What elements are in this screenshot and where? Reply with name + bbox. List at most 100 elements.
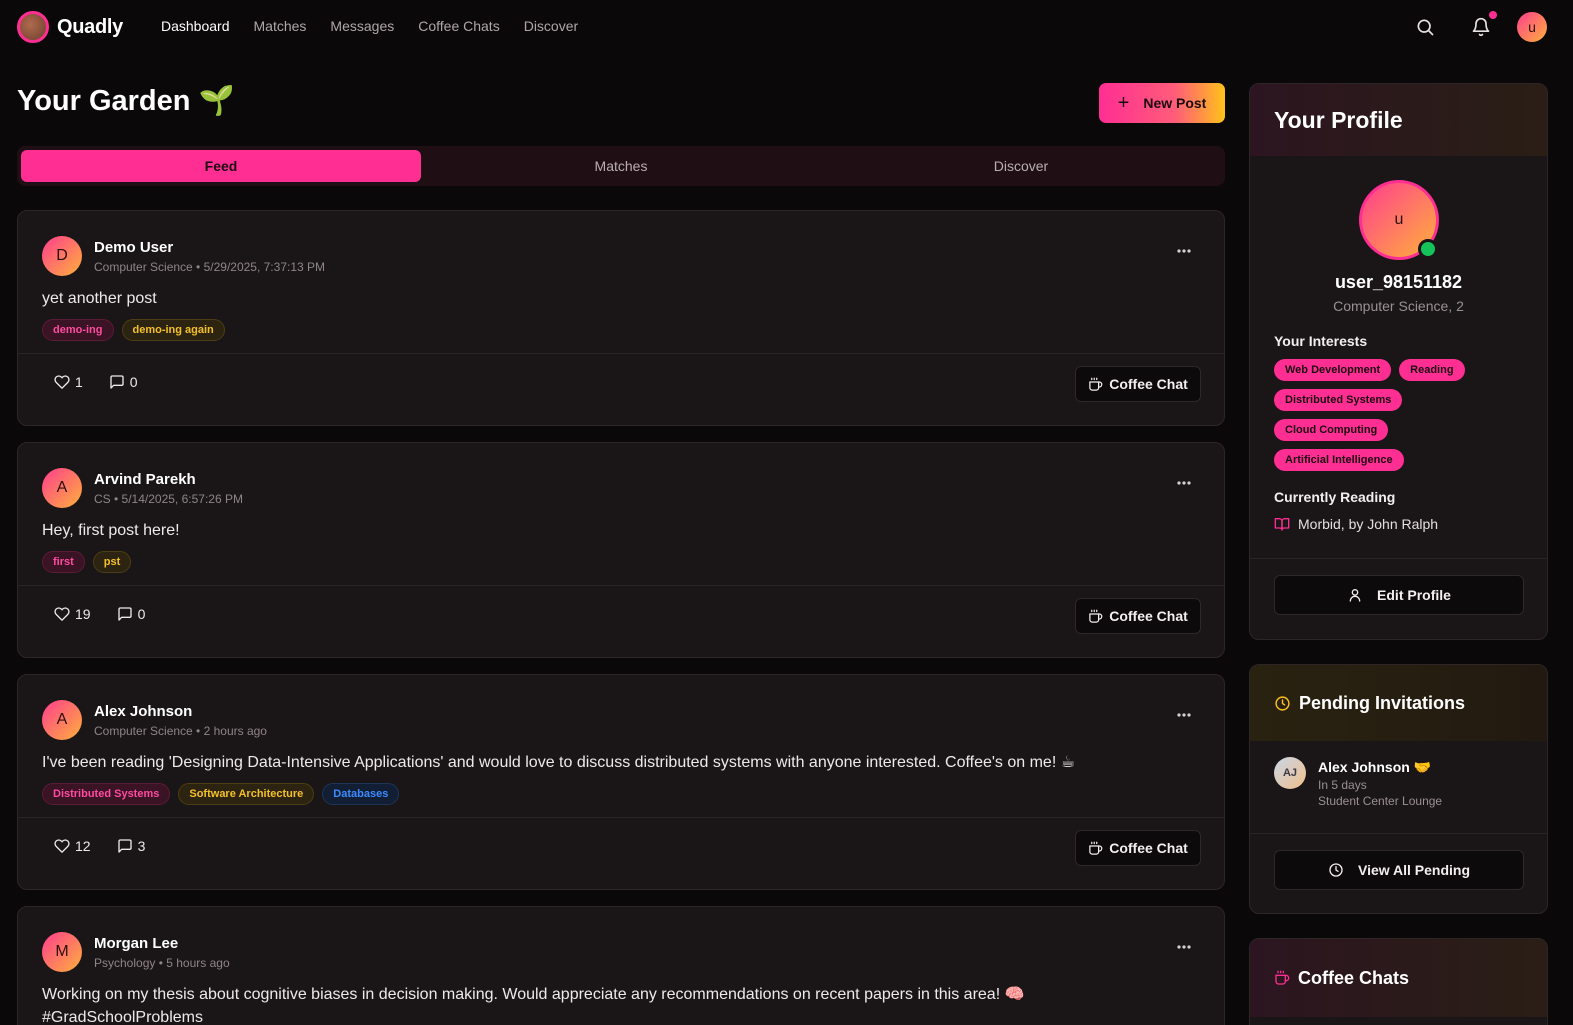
post-content: yet another post xyxy=(42,290,157,307)
nav-link-matches[interactable]: Matches xyxy=(254,18,307,34)
post-content: Hey, first post here! xyxy=(42,522,180,539)
post-tag[interactable]: first xyxy=(42,551,85,573)
coffee-chat-button[interactable]: Coffee Chat xyxy=(1075,366,1201,402)
comment-button[interactable]: 3 xyxy=(117,838,146,854)
clock-icon xyxy=(1329,863,1343,877)
coffee-chat-label: Coffee Chat xyxy=(1109,608,1188,624)
post-content: Working on my thesis about cognitive bia… xyxy=(42,986,1025,1025)
coffee-chat-button[interactable]: Coffee Chat xyxy=(1075,830,1201,866)
more-options-icon[interactable] xyxy=(1174,243,1194,259)
author-avatar[interactable]: A xyxy=(42,468,82,508)
currently-reading-label: Currently Reading xyxy=(1274,489,1396,505)
search-icon[interactable] xyxy=(1415,17,1435,37)
author-avatar[interactable]: D xyxy=(42,236,82,276)
feed-tabs: Feed Matches Discover xyxy=(17,146,1225,186)
author-name[interactable]: Alex Johnson xyxy=(94,703,192,720)
comment-button[interactable]: 0 xyxy=(117,606,146,622)
pending-card-title: Pending Invitations xyxy=(1299,692,1466,713)
like-count: 19 xyxy=(75,606,91,622)
interest-chip[interactable]: Web Development xyxy=(1274,359,1392,381)
invite-name[interactable]: Alex Johnson 🤝 xyxy=(1318,759,1431,776)
pending-card-header: Pending Invitations xyxy=(1250,665,1547,741)
post-card: D Demo User Computer Science • 5/29/2025… xyxy=(17,210,1225,426)
post-tag[interactable]: Databases xyxy=(322,783,400,805)
interest-chip[interactable]: Cloud Computing xyxy=(1274,419,1389,441)
post-divider xyxy=(18,353,1224,354)
comment-icon xyxy=(117,607,132,621)
tab-matches[interactable]: Matches xyxy=(421,150,821,182)
like-button[interactable]: 1 xyxy=(54,374,83,390)
profile-subtitle: Computer Science, 2 xyxy=(1333,298,1464,314)
post-tags: Distributed Systems Software Architectur… xyxy=(42,783,400,805)
nav-links: Dashboard Matches Messages Coffee Chats … xyxy=(161,18,578,34)
post-meta: Computer Science • 2 hours ago xyxy=(94,724,267,738)
seedling-icon: 🌱 xyxy=(198,85,235,117)
comment-button[interactable]: 0 xyxy=(109,374,138,390)
author-name[interactable]: Arvind Parekh xyxy=(94,471,196,488)
nav-link-discover[interactable]: Discover xyxy=(524,18,578,34)
book-title: Morbid, by John Ralph xyxy=(1298,516,1439,532)
invite-avatar[interactable]: AJ xyxy=(1274,757,1306,789)
page-title-text: Your Garden xyxy=(17,84,191,117)
coffee-chat-button[interactable]: Coffee Chat xyxy=(1075,598,1201,634)
profile-divider xyxy=(1250,558,1547,559)
tab-feed[interactable]: Feed xyxy=(21,150,421,182)
interests-label: Your Interests xyxy=(1274,333,1368,349)
comment-count: 3 xyxy=(137,838,146,854)
comment-count: 0 xyxy=(137,606,146,622)
tab-discover[interactable]: Discover xyxy=(821,150,1221,182)
post-tag[interactable]: Software Architecture xyxy=(178,783,315,805)
post-actions: 19 0 xyxy=(54,606,145,622)
interest-chip[interactable]: Artificial Intelligence xyxy=(1274,449,1404,471)
post-card: A Arvind Parekh CS • 5/14/2025, 6:57:26 … xyxy=(17,442,1225,658)
like-button[interactable]: 19 xyxy=(54,606,91,622)
interest-chip[interactable]: Reading xyxy=(1399,359,1465,381)
clock-icon xyxy=(1275,695,1290,711)
view-all-pending-label: View All Pending xyxy=(1357,862,1471,878)
profile-username: user_98151182 xyxy=(1334,272,1463,292)
brand-logo[interactable]: Quadly xyxy=(17,11,123,43)
nav-link-coffee-chats[interactable]: Coffee Chats xyxy=(418,18,499,34)
pending-invitations-card: Pending Invitations AJ Alex Johnson 🤝 In… xyxy=(1249,664,1548,914)
author-name[interactable]: Morgan Lee xyxy=(94,935,178,952)
post-tag[interactable]: pst xyxy=(92,551,132,573)
more-options-icon[interactable] xyxy=(1174,939,1194,955)
comment-icon xyxy=(117,839,132,853)
coffee-icon xyxy=(1275,970,1290,985)
post-divider xyxy=(18,817,1224,818)
post-tag[interactable]: demo-ing again xyxy=(121,319,225,341)
post-meta: Psychology • 5 hours ago xyxy=(94,956,230,970)
online-status-icon xyxy=(1418,239,1438,259)
post-meta: Computer Science • 5/29/2025, 7:37:13 PM xyxy=(94,260,326,274)
post-tags: first pst xyxy=(42,551,132,573)
new-post-button[interactable]: + New Post xyxy=(1099,83,1225,123)
nav-link-dashboard[interactable]: Dashboard xyxy=(161,18,230,34)
more-options-icon[interactable] xyxy=(1174,475,1194,491)
post-card: M Morgan Lee Psychology • 5 hours ago Wo… xyxy=(17,906,1225,1025)
like-button[interactable]: 12 xyxy=(54,838,91,854)
author-name[interactable]: Demo User xyxy=(94,239,173,256)
top-nav: Quadly Dashboard Matches Messages Coffee… xyxy=(0,0,1573,55)
coffee-chat-label: Coffee Chat xyxy=(1109,840,1188,856)
invite-time: In 5 days xyxy=(1318,778,1367,792)
nav-link-messages[interactable]: Messages xyxy=(330,18,394,34)
user-icon xyxy=(1349,589,1361,602)
coffee-chats-card: Coffee Chats xyxy=(1249,938,1548,1025)
interest-chip[interactable]: Distributed Systems xyxy=(1274,389,1403,411)
page-title: Your Garden 🌱 xyxy=(17,84,235,118)
coffee-icon xyxy=(1089,377,1103,391)
coffee-chats-title: Coffee Chats xyxy=(1298,967,1410,988)
comment-icon xyxy=(110,375,124,389)
profile-card-title: Your Profile xyxy=(1274,106,1403,133)
more-options-icon[interactable] xyxy=(1174,707,1194,723)
bell-icon[interactable] xyxy=(1471,17,1491,37)
view-all-pending-button[interactable]: View All Pending xyxy=(1274,850,1524,890)
post-tag[interactable]: Distributed Systems xyxy=(42,783,171,805)
author-avatar[interactable]: A xyxy=(42,700,82,740)
author-avatar[interactable]: M xyxy=(42,932,82,972)
post-tag[interactable]: demo-ing xyxy=(42,319,114,341)
post-actions: 12 3 xyxy=(54,838,145,854)
user-avatar[interactable]: u xyxy=(1517,12,1547,42)
edit-profile-button[interactable]: Edit Profile xyxy=(1274,575,1524,615)
currently-reading: Morbid, by John Ralph xyxy=(1274,516,1438,532)
